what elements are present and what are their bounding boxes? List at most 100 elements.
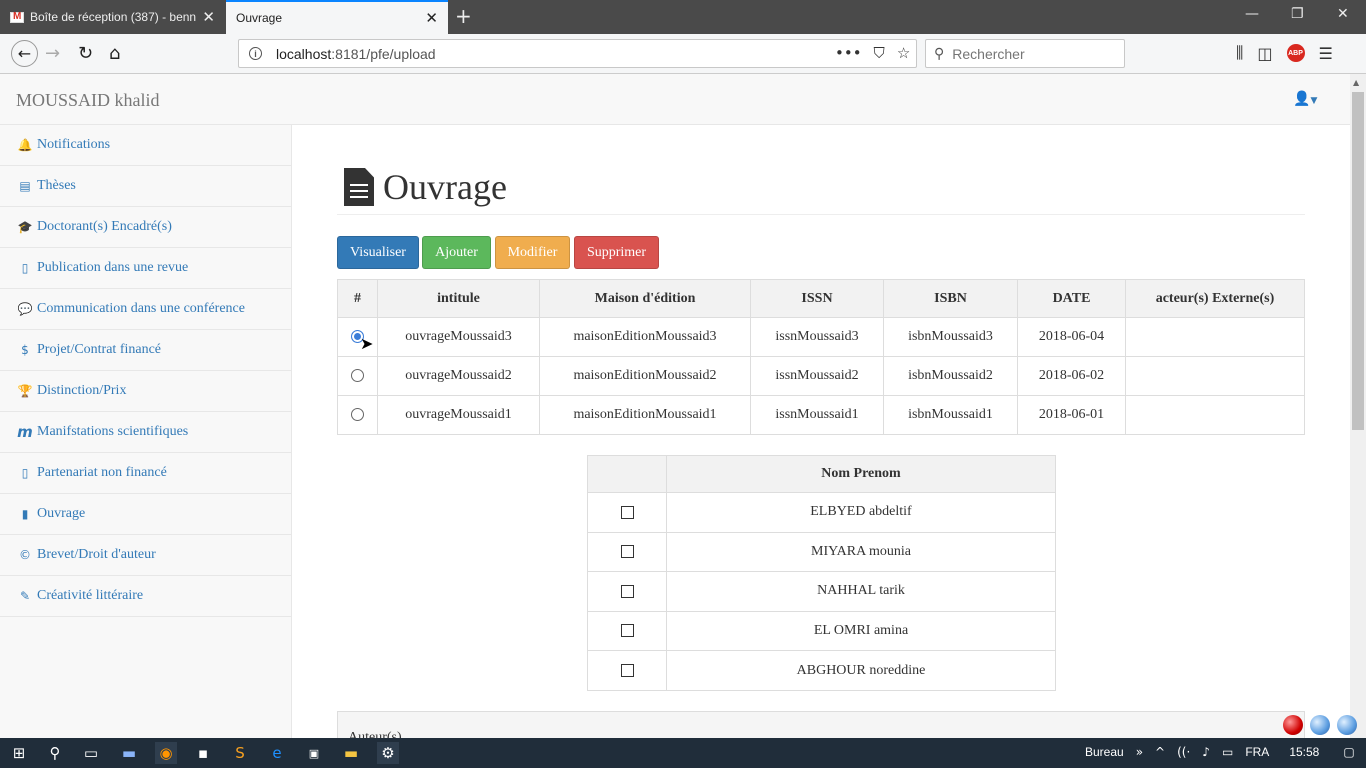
sidebar-item-ouvrage[interactable]: ▮ Ouvrage bbox=[0, 494, 291, 535]
cmd-icon[interactable]: ▣ bbox=[303, 742, 325, 764]
search-box[interactable]: ⚲ bbox=[925, 39, 1125, 68]
search-input[interactable] bbox=[952, 45, 1113, 62]
desktop-label[interactable]: Bureau bbox=[1085, 745, 1124, 759]
table-row[interactable]: ouvrageMoussaid1 maisonEditionMoussaid1 … bbox=[337, 395, 1305, 435]
more-actions-icon[interactable]: ••• bbox=[835, 44, 862, 62]
member-name: ELBYED abdeltif bbox=[666, 492, 1056, 533]
minimize-icon[interactable]: — bbox=[1245, 6, 1259, 22]
red-ball-icon[interactable] bbox=[1283, 715, 1303, 735]
table-row[interactable]: ELBYED abdeltif bbox=[587, 492, 1056, 533]
table-row[interactable]: ouvrageMoussaid3 maisonEditionMoussaid3 … bbox=[337, 317, 1305, 357]
table-row[interactable]: MIYARA mounia bbox=[587, 531, 1056, 573]
member-checkbox[interactable] bbox=[620, 584, 634, 598]
radio-cell bbox=[337, 356, 378, 396]
home-icon[interactable]: ⌂ bbox=[109, 43, 120, 64]
edge-icon[interactable]: e bbox=[266, 742, 288, 764]
library-icon[interactable]: ⫼ bbox=[1236, 43, 1243, 63]
new-tab-button[interactable]: + bbox=[455, 4, 472, 28]
sidebar-item-communication[interactable]: 💬 Communication dans une conférence bbox=[0, 289, 291, 330]
forward-arrow-icon[interactable]: → bbox=[45, 43, 60, 64]
sidebar-item-label: Ouvrage bbox=[37, 506, 86, 521]
clock[interactable]: 15:58 bbox=[1289, 745, 1319, 759]
window-close-icon[interactable]: ✕ bbox=[1337, 6, 1349, 22]
edit-button[interactable]: Modifier bbox=[495, 236, 570, 269]
delete-button[interactable]: Supprimer bbox=[574, 236, 659, 269]
url-actions: ••• ⛉ ☆ bbox=[835, 44, 910, 62]
date-cell: 2018-06-04 bbox=[1017, 317, 1126, 357]
sidebar-item-brevet[interactable]: © Brevet/Droit d'auteur bbox=[0, 535, 291, 576]
menu-icon[interactable]: ☰ bbox=[1319, 44, 1333, 63]
url-bar[interactable]: i localhost:8181/pfe/upload bbox=[238, 39, 917, 68]
user-icon: 👤 bbox=[1293, 91, 1311, 107]
sidebar-item-projet[interactable]: $ Projet/Contrat financé bbox=[0, 330, 291, 371]
issn-cell: issnMoussaid1 bbox=[750, 395, 884, 435]
settings-gear-icon[interactable]: ⚙ bbox=[377, 742, 399, 764]
scrollbar-thumb[interactable] bbox=[1352, 92, 1364, 430]
scroll-up-icon[interactable]: ▲ bbox=[1353, 78, 1359, 87]
sidebar-item-notifications[interactable]: 🔔 Notifications bbox=[0, 125, 291, 166]
user-menu[interactable]: 👤▼ bbox=[1293, 91, 1317, 107]
issn-cell: issnMoussaid3 bbox=[750, 317, 884, 357]
reload-icon[interactable]: ↻ bbox=[78, 43, 93, 64]
table-row[interactable]: ABGHOUR noreddine bbox=[587, 650, 1056, 691]
search-icon[interactable]: ⚲ bbox=[44, 742, 66, 764]
table-row[interactable]: ouvrageMoussaid2 maisonEditionMoussaid2 … bbox=[337, 356, 1305, 396]
col-header: ISSN bbox=[750, 279, 884, 318]
blue-ball-icon[interactable] bbox=[1310, 715, 1330, 735]
task-view-icon[interactable]: ▭ bbox=[80, 742, 102, 764]
language-indicator[interactable]: FRA bbox=[1245, 745, 1269, 759]
notification-icon[interactable]: ▢ bbox=[1343, 745, 1354, 759]
windows-start-icon[interactable]: ⊞ bbox=[8, 742, 30, 764]
sidebar-item-creativite[interactable]: ✎ Créativité littéraire bbox=[0, 576, 291, 617]
close-tab-icon[interactable]: ✕ bbox=[425, 9, 438, 27]
member-checkbox[interactable] bbox=[620, 505, 634, 519]
member-checkbox[interactable] bbox=[620, 663, 634, 677]
firefox-icon[interactable]: ◉ bbox=[155, 742, 177, 764]
brand[interactable]: MOUSSAID khalid bbox=[16, 90, 160, 111]
restore-icon[interactable]: ❐ bbox=[1291, 6, 1304, 22]
sidebar-toggle-icon[interactable]: ◫ bbox=[1257, 44, 1272, 63]
terminal-app-icon[interactable]: ▪ bbox=[192, 742, 214, 764]
tab-ouvrage[interactable]: Ouvrage ✕ bbox=[226, 0, 448, 34]
file-explorer-icon[interactable]: ▬ bbox=[340, 742, 362, 764]
close-tab-icon[interactable]: ✕ bbox=[202, 8, 215, 26]
member-checkbox[interactable] bbox=[620, 545, 634, 559]
wifi-icon[interactable]: ((· bbox=[1177, 745, 1190, 759]
pocket-icon[interactable]: ⛉ bbox=[874, 44, 885, 62]
app-navbar bbox=[0, 74, 1350, 125]
date-cell: 2018-06-01 bbox=[1017, 395, 1126, 435]
sidebar-item-doctorants[interactable]: 🎓 Doctorant(s) Encadré(s) bbox=[0, 207, 291, 248]
volume-icon[interactable]: ♪ bbox=[1202, 745, 1210, 759]
chevron-up-icon[interactable]: ^ bbox=[1155, 745, 1165, 759]
row-radio[interactable] bbox=[351, 408, 364, 422]
sublime-icon[interactable]: S bbox=[229, 742, 251, 764]
search-icon: ⚲ bbox=[934, 45, 945, 62]
page-header: Ouvrage bbox=[337, 160, 1305, 215]
table-row[interactable]: EL OMRI amina bbox=[587, 610, 1056, 652]
keyboard-icon[interactable]: ▭ bbox=[1222, 745, 1233, 759]
toolbar-right: ⫼ ◫ ABP ☰ bbox=[1236, 43, 1333, 63]
m-icon: m bbox=[17, 423, 33, 441]
edit-icon: ✎ bbox=[19, 589, 31, 603]
sidebar-item-partenariat[interactable]: ▯ Partenariat non financé bbox=[0, 453, 291, 494]
bookmark-star-icon[interactable]: ☆ bbox=[897, 44, 910, 62]
sidebar-item-theses[interactable]: ▤ Thèses bbox=[0, 166, 291, 207]
add-button[interactable]: Ajouter bbox=[422, 236, 491, 269]
desktop-app-icon[interactable]: ▬ bbox=[118, 742, 140, 764]
sidebar-item-publication[interactable]: ▯ Publication dans une revue bbox=[0, 248, 291, 289]
chevron-right-icon[interactable]: » bbox=[1136, 745, 1143, 759]
blue-ball-icon[interactable] bbox=[1337, 715, 1357, 735]
adblock-icon[interactable]: ABP bbox=[1286, 44, 1305, 62]
ouvrage-table: # intitule Maison d'édition ISSN ISBN DA… bbox=[337, 279, 1305, 435]
table-row[interactable]: NAHHAL tarik bbox=[587, 571, 1056, 612]
member-name: EL OMRI amina bbox=[666, 610, 1056, 652]
url-path: :8181/pfe/upload bbox=[331, 45, 436, 62]
sidebar-item-distinction[interactable]: 🏆 Distinction/Prix bbox=[0, 371, 291, 412]
sidebar-item-manifestations[interactable]: m Manifstations scientifiques bbox=[0, 412, 291, 453]
row-radio[interactable] bbox=[351, 369, 364, 383]
member-checkbox[interactable] bbox=[620, 624, 634, 638]
back-arrow-icon[interactable]: ← bbox=[11, 40, 38, 67]
tab-inbox[interactable]: Boîte de réception (387) - benn ✕ bbox=[0, 0, 225, 34]
view-button[interactable]: Visualiser bbox=[337, 236, 419, 269]
info-icon[interactable]: i bbox=[249, 47, 262, 60]
